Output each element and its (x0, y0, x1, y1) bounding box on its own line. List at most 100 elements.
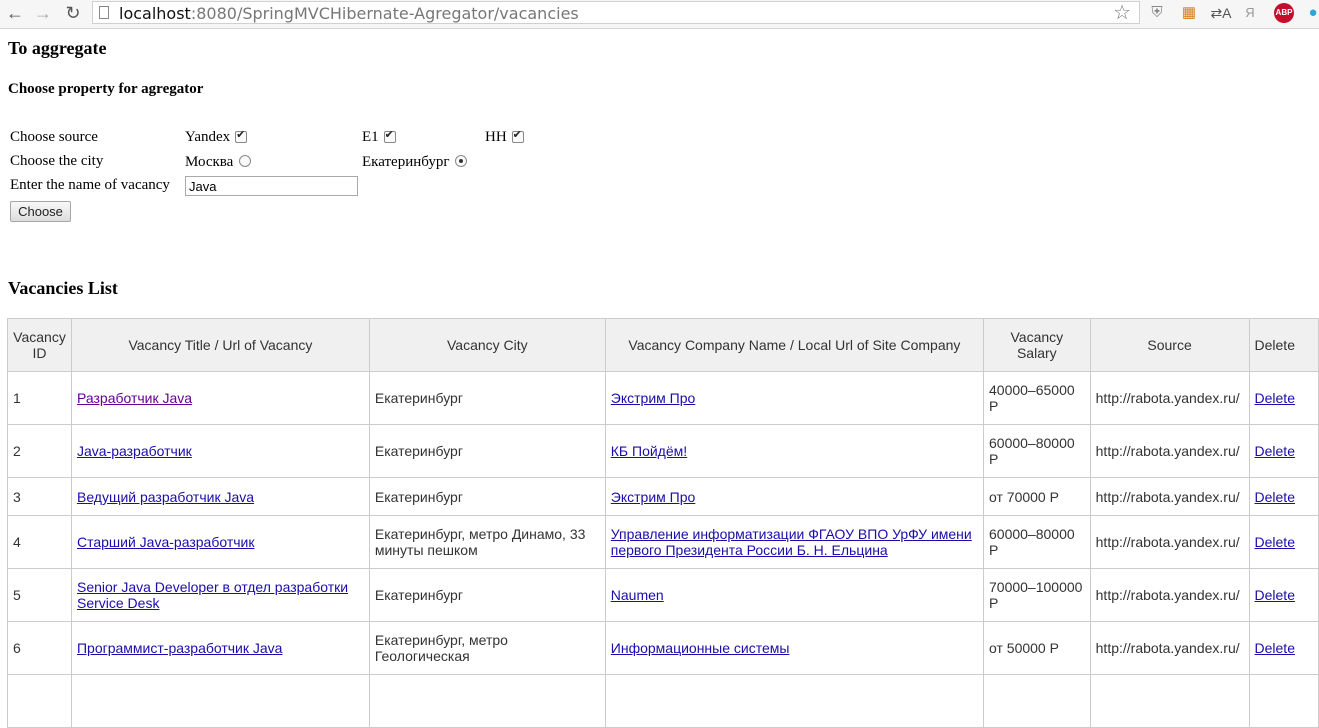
delete-link[interactable]: Delete (1255, 640, 1295, 656)
e1-checkbox[interactable] (383, 128, 396, 143)
source-option-label: E1 (362, 129, 379, 145)
table-row: 1 Разработчик Java Екатеринбург Экстрим … (7, 371, 1319, 425)
moscow-radio[interactable] (239, 154, 252, 167)
adblock-extension-icon[interactable]: ABP (1274, 3, 1294, 23)
url-path: :8080/SpringMVCHibernate-Agregator/vacan… (190, 4, 579, 23)
browser-toolbar: ← → ↻ localhost:8080/SpringMVCHibernate-… (0, 0, 1319, 29)
cell-title: Senior Java Developer в отдел разработки… (70, 568, 370, 622)
cell-source: http://rabota.yandex.ru/ (1089, 515, 1250, 569)
cell-source: http://rabota.yandex.ru/ (1089, 568, 1250, 622)
ghost-extension-icon[interactable]: ● (1306, 3, 1319, 23)
header-id: Vacancy ID (7, 318, 72, 372)
cell-company: Управление информатизации ФГАОУ ВПО УрФУ… (604, 515, 985, 569)
header-title: Vacancy Title / Url of Vacancy (70, 318, 370, 372)
city-option-ekaterinburg[interactable]: Екатеринбург (362, 154, 468, 171)
cell-id: 3 (7, 477, 72, 516)
cell-company: КБ Пойдём! (604, 424, 985, 478)
cell-empty (983, 674, 1091, 728)
vacancy-title-link[interactable]: Программист-разработчик Java (77, 640, 282, 656)
cell-delete: Delete (1248, 515, 1319, 569)
bookmark-star-icon[interactable]: ☆ (1113, 2, 1131, 24)
vacancy-title-link[interactable]: Senior Java Developer в отдел разработки… (77, 579, 348, 611)
url-text[interactable]: localhost:8080/SpringMVCHibernate-Agrega… (119, 4, 579, 23)
yandex-extension-icon[interactable]: Я (1243, 3, 1257, 23)
vacancy-title-link[interactable]: Java-разработчик (77, 443, 192, 459)
cell-salary: 70000–100000 Р (983, 568, 1091, 622)
delete-link[interactable]: Delete (1255, 489, 1295, 505)
vacancies-table: Vacancy ID Vacancy Title / Url of Vacanc… (7, 318, 1319, 728)
cell-city: Екатеринбург, метро Геологическая (368, 621, 606, 675)
cell-source: http://rabota.yandex.ru/ (1089, 424, 1250, 478)
cell-delete: Delete (1248, 568, 1319, 622)
source-option-yandex[interactable]: Yandex (185, 128, 248, 146)
cell-delete: Delete (1248, 477, 1319, 516)
cell-delete: Delete (1248, 424, 1319, 478)
delete-link[interactable]: Delete (1255, 534, 1295, 550)
header-source: Source (1089, 318, 1250, 372)
company-link[interactable]: Управление информатизации ФГАОУ ВПО УрФУ… (611, 526, 972, 558)
source-option-hh[interactable]: HH (485, 128, 524, 146)
header-delete: Delete (1248, 318, 1319, 372)
cell-city: Екатеринбург, метро Динамо, 33 минуты пе… (368, 515, 606, 569)
vacancy-title-link[interactable]: Разработчик Java (77, 390, 192, 406)
table-row: 6 Программист-разработчик Java Екатеринб… (7, 621, 1319, 675)
cell-delete: Delete (1248, 371, 1319, 425)
cell-salary: 40000–65000 Р (983, 371, 1091, 425)
vacancy-title-link[interactable]: Ведущий разработчик Java (77, 489, 254, 505)
delete-link[interactable]: Delete (1255, 390, 1295, 406)
delete-link[interactable]: Delete (1255, 443, 1295, 459)
translate-extension-icon[interactable]: ⇄A (1210, 3, 1232, 23)
cell-empty (7, 674, 72, 728)
cell-id: 2 (7, 424, 72, 478)
city-option-label: Москва (185, 154, 234, 170)
delete-link[interactable]: Delete (1255, 587, 1295, 603)
company-link[interactable]: КБ Пойдём! (611, 443, 687, 459)
page-title: To aggregate (8, 38, 107, 58)
cell-title: Разработчик Java (70, 371, 370, 425)
cell-title: Ведущий разработчик Java (70, 477, 370, 516)
cell-empty (1089, 674, 1250, 728)
cell-id: 5 (7, 568, 72, 622)
vacancies-list-title: Vacancies List (8, 278, 118, 298)
cell-city: Екатеринбург (368, 477, 606, 516)
shield-extension-icon[interactable]: ⛨ (1148, 3, 1166, 23)
ekaterinburg-radio[interactable] (455, 154, 468, 167)
vacancy-label: Enter the name of vacancy (10, 177, 170, 193)
box-extension-icon[interactable]: ▦ (1180, 3, 1198, 23)
choose-button[interactable]: Choose (10, 201, 71, 222)
cell-empty (1248, 674, 1319, 728)
source-option-label: HH (485, 129, 507, 145)
address-bar[interactable]: localhost:8080/SpringMVCHibernate-Agrega… (92, 1, 1140, 24)
cell-title: Программист-разработчик Java (70, 621, 370, 675)
cell-salary: 60000–80000 Р (983, 515, 1091, 569)
yandex-checkbox[interactable] (235, 128, 248, 143)
hh-checkbox[interactable] (511, 128, 524, 143)
header-company: Vacancy Company Name / Local Url of Site… (604, 318, 985, 372)
cell-company: Информационные системы (604, 621, 985, 675)
source-option-e1[interactable]: E1 (362, 128, 396, 146)
city-option-moscow[interactable]: Москва (185, 154, 252, 171)
cell-company: Naumen (604, 568, 985, 622)
cell-city: Екатеринбург (368, 568, 606, 622)
cell-company: Экстрим Про (604, 477, 985, 516)
header-salary: Vacancy Salary (983, 318, 1091, 372)
cell-salary: 60000–80000 Р (983, 424, 1091, 478)
back-arrow-icon[interactable]: ← (4, 2, 26, 24)
company-link[interactable]: Информационные системы (611, 640, 790, 656)
company-link[interactable]: Экстрим Про (611, 489, 696, 505)
cell-city: Екатеринбург (368, 371, 606, 425)
company-link[interactable]: Экстрим Про (611, 390, 696, 406)
vacancy-name-input[interactable] (185, 176, 358, 196)
cell-source: http://rabota.yandex.ru/ (1089, 371, 1250, 425)
cell-id: 1 (7, 371, 72, 425)
table-row: 5 Senior Java Developer в отдел разработ… (7, 568, 1319, 622)
page-icon (99, 6, 109, 19)
vacancy-title-link[interactable]: Старший Java-разработчик (77, 534, 255, 550)
url-host: localhost (119, 4, 191, 23)
company-link[interactable]: Naumen (611, 587, 664, 603)
city-label: Choose the city (10, 153, 104, 169)
reload-icon[interactable]: ↻ (62, 2, 84, 24)
cell-empty (604, 674, 985, 728)
cell-salary: от 70000 Р (983, 477, 1091, 516)
forward-arrow-icon[interactable]: → (32, 2, 54, 24)
